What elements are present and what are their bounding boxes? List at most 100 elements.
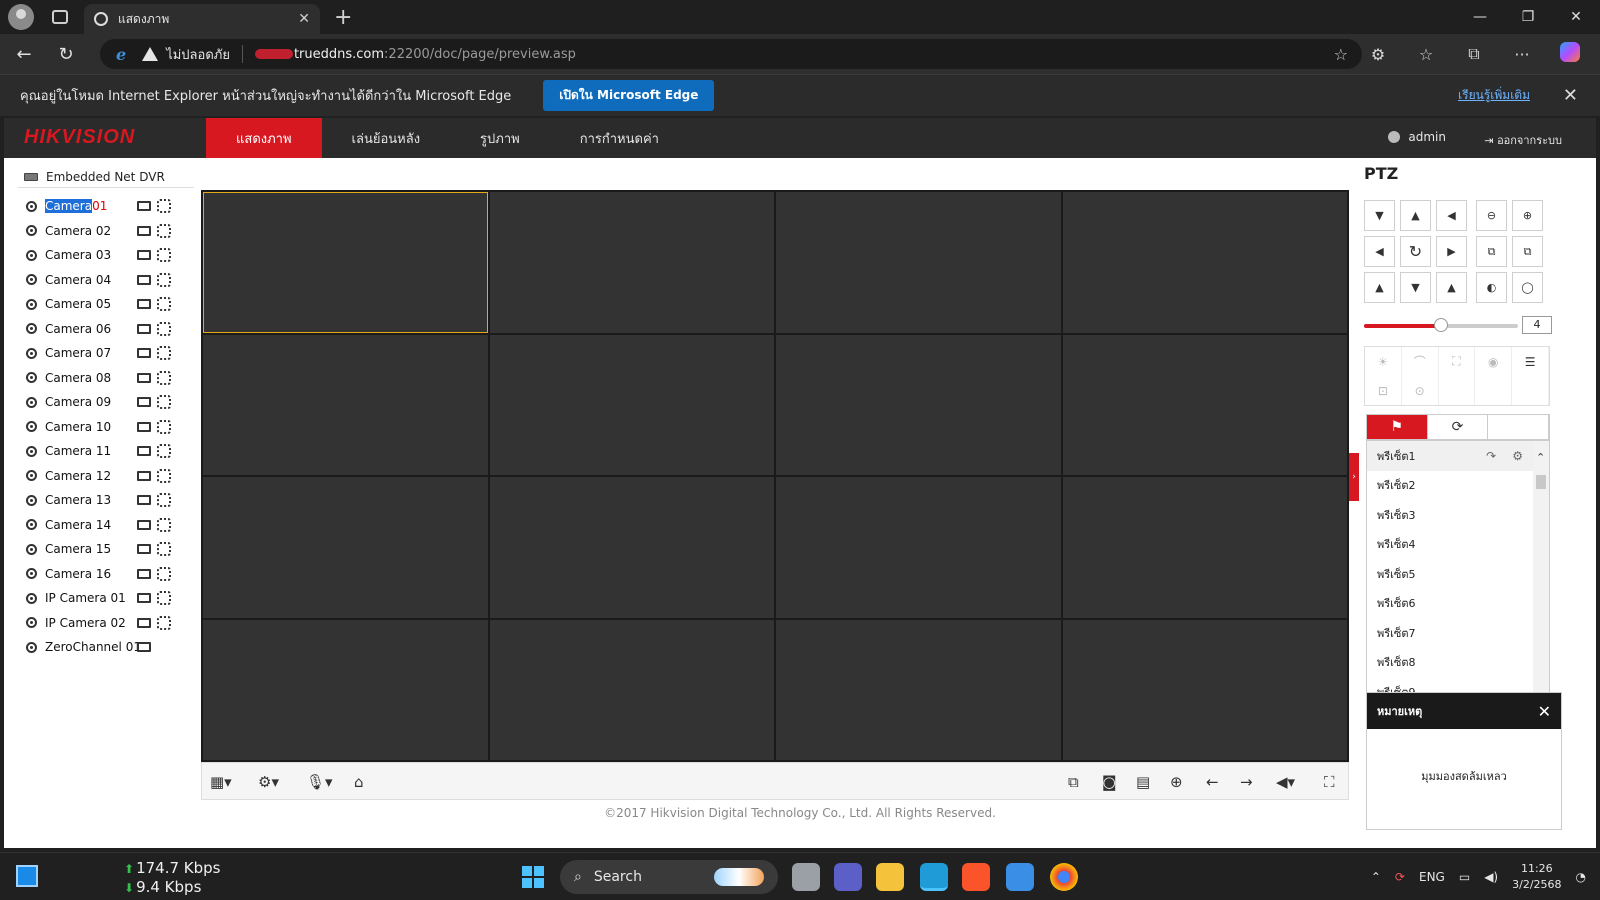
camera-item[interactable]: IP Camera 02: [18, 611, 194, 636]
stream-icon[interactable]: [157, 370, 171, 385]
menu-live-view[interactable]: แสดงภาพ: [206, 118, 322, 158]
record-icon[interactable]: [137, 544, 151, 555]
restore-icon[interactable]: ❐: [1504, 0, 1552, 34]
call-preset-icon[interactable]: ↷: [1486, 449, 1496, 463]
stream-icon[interactable]: [157, 321, 171, 336]
video-window[interactable]: [203, 192, 488, 333]
video-window[interactable]: [776, 619, 1061, 760]
record-icon[interactable]: [137, 323, 151, 334]
sync-icon[interactable]: ⟳: [1395, 870, 1405, 884]
capture-icon[interactable]: ◙: [1102, 773, 1117, 791]
camera-item[interactable]: ZeroChannel 01: [18, 635, 194, 660]
stream-type-icon[interactable]: ⚙▾: [258, 773, 279, 791]
stream-icon[interactable]: [157, 468, 171, 483]
brave-icon[interactable]: [962, 863, 990, 891]
record-icon[interactable]: [137, 642, 151, 653]
camera-item[interactable]: Camera 09: [18, 390, 194, 415]
preset-item[interactable]: พรีเซ็ต3: [1367, 500, 1549, 530]
ptz-up-icon[interactable]: ▲: [1400, 200, 1431, 231]
windows-start-icon[interactable]: [522, 866, 544, 888]
volume-tray-icon[interactable]: ◀): [1484, 870, 1498, 884]
menu-configuration[interactable]: การกำหนดค่า: [550, 118, 689, 158]
camera-item[interactable]: Camera 03: [18, 243, 194, 268]
stream-icon[interactable]: [157, 395, 171, 410]
record-icon[interactable]: [137, 348, 151, 359]
ptz-down-right-icon[interactable]: ▲: [1436, 272, 1467, 303]
widget-icon[interactable]: [16, 865, 38, 887]
ptz-down-left-icon[interactable]: ▲: [1364, 272, 1395, 303]
slider-knob[interactable]: [1434, 318, 1448, 332]
stream-icon[interactable]: [157, 346, 171, 361]
record-icon[interactable]: [137, 201, 151, 212]
layout-icon[interactable]: ▦▾: [210, 773, 232, 791]
infobar-close-icon[interactable]: ✕: [1563, 85, 1578, 106]
microphone-icon[interactable]: 🎙▾: [306, 773, 333, 791]
fullscreen-icon[interactable]: ⛶: [1324, 773, 1335, 791]
video-window[interactable]: [776, 477, 1061, 618]
menu-icon[interactable]: ☰: [1512, 347, 1549, 376]
dvr-root-node[interactable]: Embedded Net DVR: [18, 166, 194, 188]
video-window[interactable]: [1062, 334, 1347, 475]
record-icon[interactable]: [137, 470, 151, 481]
camera-item[interactable]: Camera 11: [18, 439, 194, 464]
camera-item[interactable]: IP Camera 01: [18, 586, 194, 611]
favorites-icon[interactable]: ☆: [1402, 45, 1450, 64]
reload-icon[interactable]: ↻: [48, 44, 84, 65]
address-bar[interactable]: e ไม่ปลอดภัย trueddns.com :22200/doc/pag…: [100, 39, 1362, 69]
camera-item[interactable]: Camera 05: [18, 292, 194, 317]
notice-close-icon[interactable]: ✕: [1538, 702, 1551, 721]
record-all-icon[interactable]: ▤: [1136, 773, 1150, 791]
record-icon[interactable]: [137, 568, 151, 579]
stream-icon[interactable]: [157, 199, 171, 214]
edge-icon[interactable]: [920, 863, 948, 891]
stream-icon[interactable]: [157, 615, 171, 630]
video-window[interactable]: [203, 477, 488, 618]
ptz-up-left-icon[interactable]: ▼: [1364, 200, 1395, 231]
profile-avatar[interactable]: [8, 4, 34, 30]
preset-item[interactable]: พรีเซ็ต2: [1367, 471, 1549, 501]
notifications-icon[interactable]: ◔: [1576, 870, 1586, 884]
ptz-auto-scan-icon[interactable]: ↻: [1400, 236, 1431, 267]
camera-item[interactable]: Camera 04: [18, 268, 194, 293]
record-icon[interactable]: [137, 495, 151, 506]
preset-scrollbar[interactable]: ⌃: [1533, 441, 1549, 695]
new-tab-icon[interactable]: +: [334, 5, 352, 30]
video-window[interactable]: [489, 477, 774, 618]
stream-icon[interactable]: [157, 591, 171, 606]
store-icon[interactable]: [1006, 863, 1034, 891]
ptz-up-right-icon[interactable]: ◀: [1436, 200, 1467, 231]
more-icon[interactable]: ···: [1498, 45, 1546, 64]
camera-item[interactable]: Camera 08: [18, 366, 194, 391]
preset-item[interactable]: พรีเซ็ต5: [1367, 559, 1549, 589]
wiper-icon[interactable]: ⌒: [1402, 347, 1439, 376]
taskbar-search[interactable]: ⌕ Search: [560, 860, 778, 894]
language-indicator[interactable]: ENG: [1419, 870, 1445, 884]
record-icon[interactable]: [137, 446, 151, 457]
scroll-thumb[interactable]: [1536, 475, 1546, 489]
tab-close-icon[interactable]: ✕: [298, 11, 310, 27]
preset-item[interactable]: พรีเซ็ต8: [1367, 648, 1549, 678]
ie-mode-icon[interactable]: e: [116, 45, 126, 64]
next-page-icon[interactable]: →: [1240, 773, 1253, 791]
record-icon[interactable]: [137, 617, 151, 628]
preset-item[interactable]: พรีเซ็ต1 ↷ ⚙: [1367, 441, 1549, 471]
record-icon[interactable]: [137, 372, 151, 383]
zoom-icon[interactable]: ⊕: [1170, 773, 1183, 791]
iris-open-icon[interactable]: ◯: [1512, 272, 1543, 303]
tab-presets[interactable]: ⚑: [1367, 415, 1428, 439]
camera-item[interactable]: Camera 02: [18, 219, 194, 244]
video-window[interactable]: [776, 192, 1061, 333]
record-icon[interactable]: [137, 225, 151, 236]
record-icon[interactable]: [137, 397, 151, 408]
record-icon[interactable]: [137, 519, 151, 530]
video-window[interactable]: [1062, 619, 1347, 760]
record-icon[interactable]: [137, 421, 151, 432]
ptz-down-icon[interactable]: ▼: [1400, 272, 1431, 303]
stream-icon[interactable]: [157, 493, 171, 508]
video-window[interactable]: [489, 192, 774, 333]
stream-icon[interactable]: [157, 517, 171, 532]
tab-patrols[interactable]: ⟳: [1428, 415, 1489, 439]
light-icon[interactable]: ☀: [1365, 347, 1402, 376]
prev-page-icon[interactable]: ←: [1206, 773, 1219, 791]
window-close-icon[interactable]: ✕: [1552, 0, 1600, 34]
